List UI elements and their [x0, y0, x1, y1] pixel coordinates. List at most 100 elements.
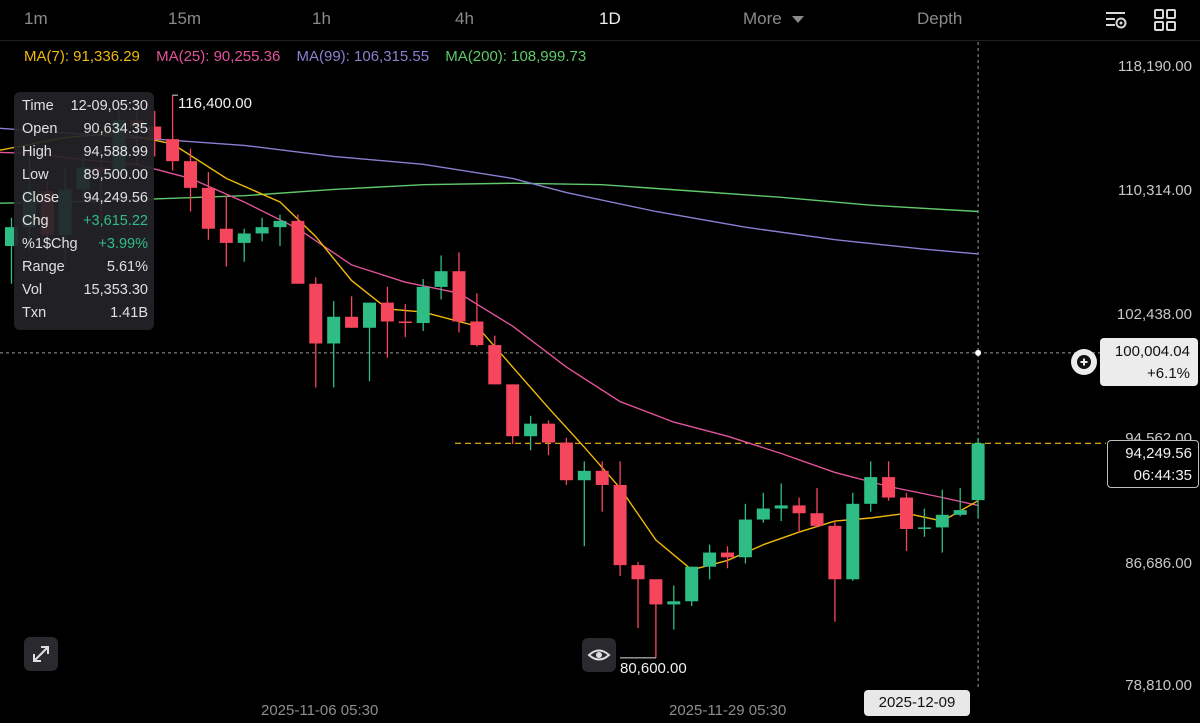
info-row-range: Range 5.61%	[22, 259, 148, 281]
crosshair-pct: +6.1%	[1147, 365, 1190, 382]
candle-body	[506, 384, 520, 437]
info-value: 94,588.99	[83, 144, 148, 160]
y-tick-label: 118,190.00	[1118, 58, 1192, 75]
info-key: Txn	[22, 305, 47, 321]
candle-body	[255, 227, 269, 234]
y-tick-label: 102,438.00	[1116, 306, 1192, 323]
candle-body	[273, 220, 287, 228]
y-tick-label: 78,810.00	[1125, 677, 1192, 694]
candle-body	[649, 579, 663, 605]
info-key: Close	[22, 190, 60, 206]
candle-body	[882, 477, 896, 498]
x-tick-label: 2025-11-06 05:30	[261, 702, 379, 719]
y-tick-label: 110,314.00	[1118, 182, 1192, 199]
info-row-close: Close 94,249.56	[22, 190, 148, 212]
candle-body	[184, 161, 197, 188]
candle-body	[219, 228, 233, 243]
candle-body	[434, 271, 448, 287]
x-tick-label: 2025-11-29 05:30	[669, 702, 787, 719]
candle-body	[559, 442, 573, 481]
y-tick-label: 86,686.00	[1125, 555, 1192, 572]
candle-body	[685, 566, 699, 602]
candle-body	[810, 513, 824, 526]
info-key: %1$Chg	[22, 236, 78, 252]
info-value: 5.61%	[106, 259, 148, 275]
eye-icon	[587, 649, 611, 661]
candle-body	[488, 345, 502, 385]
info-value: 1.41B	[110, 305, 148, 321]
candle-body	[542, 423, 555, 443]
low-marker-label: 80,600.00	[620, 660, 687, 677]
info-row-txn: Txn 1.41B	[22, 305, 148, 327]
candle-body	[667, 601, 681, 605]
candle-body	[703, 552, 717, 567]
candle-body	[595, 470, 609, 485]
candle-body	[470, 321, 484, 346]
info-key: Time	[22, 98, 54, 114]
candle-body	[380, 302, 394, 322]
candle-body	[935, 514, 949, 528]
candle-body	[953, 510, 967, 515]
crosshair-price-box: 100,004.04 +6.1%	[1100, 338, 1198, 386]
ohlc-info-panel: Time 12-09,05:30 Open 90,634.35 High 94,588…	[14, 92, 154, 330]
info-row-low: Low 89,500.00	[22, 167, 148, 189]
info-key: Low	[22, 167, 49, 183]
info-row-vol: Vol 15,353.30	[22, 282, 148, 304]
candle-body	[971, 443, 985, 501]
candle-body	[864, 477, 878, 504]
info-value: 89,500.00	[83, 167, 148, 183]
candle-body	[774, 505, 788, 509]
info-value: +3.99%	[98, 236, 148, 252]
info-key: Open	[22, 121, 58, 137]
candle-body	[363, 302, 376, 328]
candle-body	[900, 497, 913, 529]
info-value: 12-09,05:30	[70, 98, 148, 114]
info-row-time: Time 12-09,05:30	[22, 98, 148, 120]
info-row-open: Open 90,634.35	[22, 121, 148, 143]
candle-body	[792, 505, 806, 514]
candle-body	[577, 470, 591, 481]
candle-body	[398, 321, 412, 324]
info-row-pct-chg: %1$Chg +3.99%	[22, 236, 148, 258]
candle-body	[237, 233, 251, 243]
candle-body	[327, 316, 341, 344]
high-marker-label: 116,400.00	[178, 95, 252, 112]
candle-body	[613, 484, 627, 566]
current-price-box: 94,249.56 06:44:35	[1107, 440, 1199, 488]
crosshair-date-box: 2025-12-09	[864, 690, 970, 716]
candle-body	[721, 552, 734, 558]
candle-body	[828, 525, 842, 580]
info-value: +3,615.22	[83, 213, 148, 229]
candle-body	[756, 508, 770, 520]
crosshair-dot	[975, 349, 982, 356]
candle-body	[416, 286, 430, 324]
info-value: 15,353.30	[83, 282, 148, 298]
candle-countdown: 06:44:35	[1133, 467, 1192, 484]
current-price: 94,249.56	[1125, 445, 1192, 462]
info-value: 90,634.35	[83, 121, 148, 137]
plus-circle-icon	[1077, 355, 1091, 369]
candle-body	[738, 519, 752, 558]
info-value: 94,249.56	[83, 190, 148, 206]
info-key: Range	[22, 259, 65, 275]
add-alert-button[interactable]	[1071, 349, 1097, 375]
visibility-toggle-button[interactable]	[582, 638, 616, 672]
candle-body	[166, 139, 180, 162]
candle-body	[291, 220, 305, 284]
expand-icon	[33, 646, 49, 662]
candle-body	[631, 565, 645, 580]
info-key: High	[22, 144, 52, 160]
info-key: Chg	[22, 213, 49, 229]
crosshair-price: 100,004.04	[1114, 343, 1190, 360]
info-row-high: High 94,588.99	[22, 144, 148, 166]
info-key: Vol	[22, 282, 43, 298]
fullscreen-button[interactable]	[24, 637, 58, 671]
candle-body	[201, 187, 215, 229]
info-row-chg: Chg +3,615.22	[22, 213, 148, 235]
candle-body	[309, 283, 323, 344]
candle-body	[345, 316, 359, 328]
candle-body	[846, 503, 860, 580]
candle-body	[917, 527, 931, 529]
candle-body	[524, 423, 538, 437]
candle-body	[452, 271, 466, 322]
